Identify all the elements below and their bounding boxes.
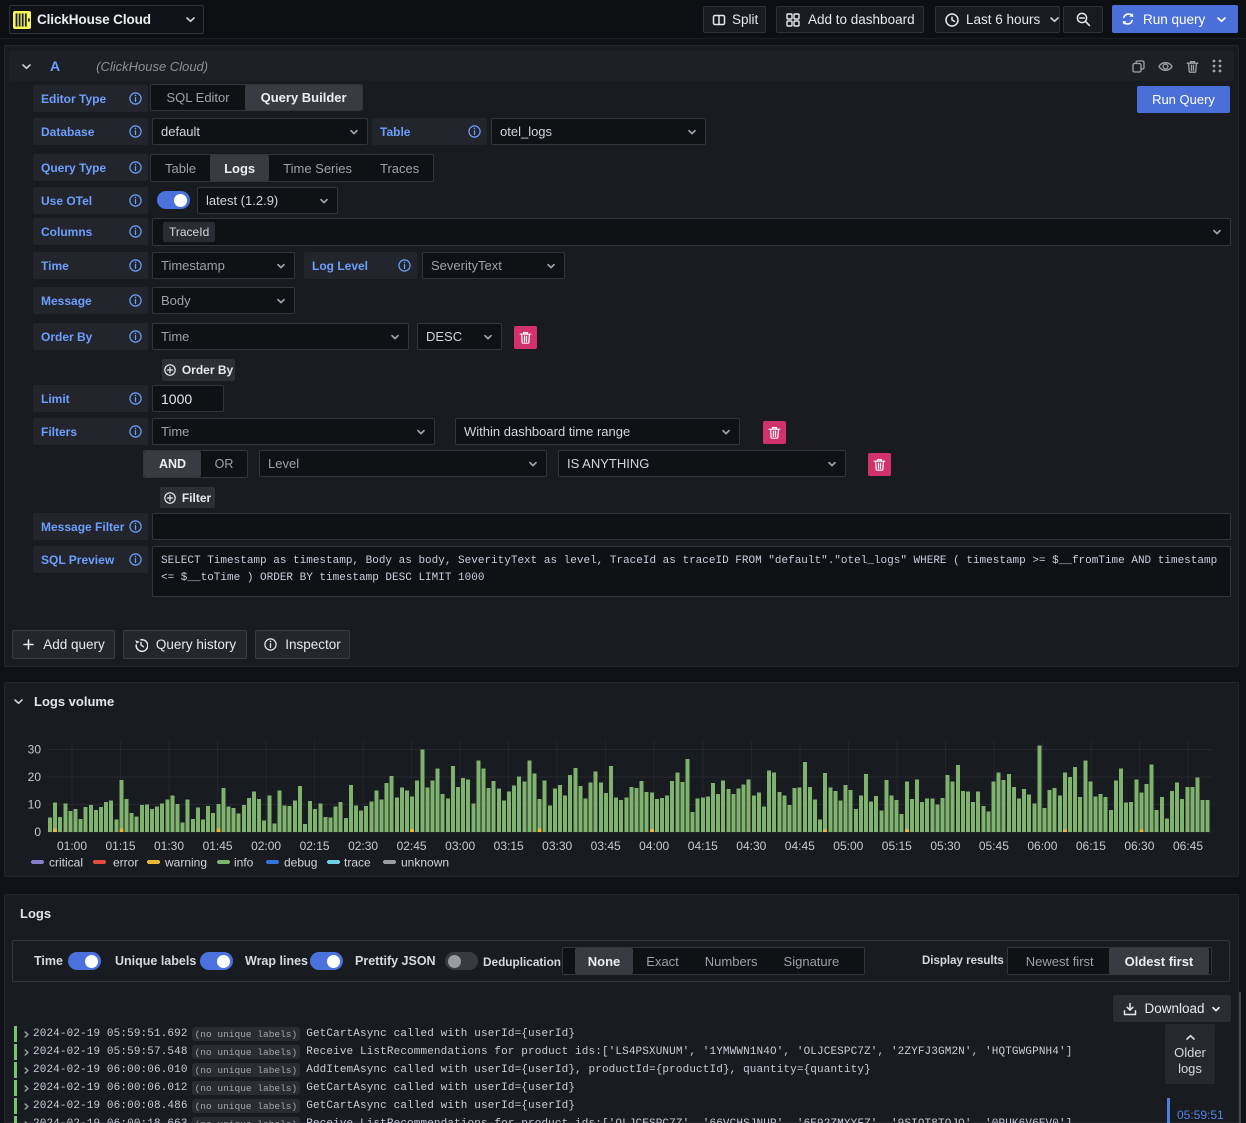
svg-text:06:00: 06:00 xyxy=(1027,839,1057,853)
svg-text:debug: debug xyxy=(284,856,317,870)
svg-text:trace: trace xyxy=(344,856,371,870)
svg-text:06:45: 06:45 xyxy=(1173,839,1203,853)
svg-text:02:00: 02:00 xyxy=(251,839,281,853)
svg-text:unknown: unknown xyxy=(401,856,449,870)
svg-text:10: 10 xyxy=(28,798,42,812)
svg-text:05:15: 05:15 xyxy=(882,839,912,853)
svg-text:04:45: 04:45 xyxy=(785,839,815,853)
svg-text:02:15: 02:15 xyxy=(300,839,330,853)
svg-text:01:45: 01:45 xyxy=(203,839,233,853)
svg-text:30: 30 xyxy=(28,743,42,757)
svg-text:02:45: 02:45 xyxy=(397,839,427,853)
svg-text:0: 0 xyxy=(34,825,41,839)
svg-text:03:45: 03:45 xyxy=(591,839,621,853)
svg-text:05:45: 05:45 xyxy=(979,839,1009,853)
svg-text:05:00: 05:00 xyxy=(833,839,863,853)
svg-text:warning: warning xyxy=(164,856,207,870)
svg-text:06:30: 06:30 xyxy=(1124,839,1154,853)
svg-text:03:00: 03:00 xyxy=(445,839,475,853)
svg-text:06:15: 06:15 xyxy=(1076,839,1106,853)
svg-text:03:30: 03:30 xyxy=(542,839,572,853)
svg-text:01:15: 01:15 xyxy=(105,839,135,853)
svg-text:04:00: 04:00 xyxy=(639,839,669,853)
svg-text:04:30: 04:30 xyxy=(736,839,766,853)
svg-text:02:30: 02:30 xyxy=(348,839,378,853)
svg-text:info: info xyxy=(234,856,254,870)
svg-text:05:30: 05:30 xyxy=(930,839,960,853)
svg-text:01:00: 01:00 xyxy=(57,839,87,853)
svg-text:critical: critical xyxy=(49,856,83,870)
svg-text:01:30: 01:30 xyxy=(154,839,184,853)
svg-text:error: error xyxy=(113,856,138,870)
svg-text:03:15: 03:15 xyxy=(494,839,524,853)
svg-text:20: 20 xyxy=(28,770,42,784)
svg-text:04:15: 04:15 xyxy=(688,839,718,853)
